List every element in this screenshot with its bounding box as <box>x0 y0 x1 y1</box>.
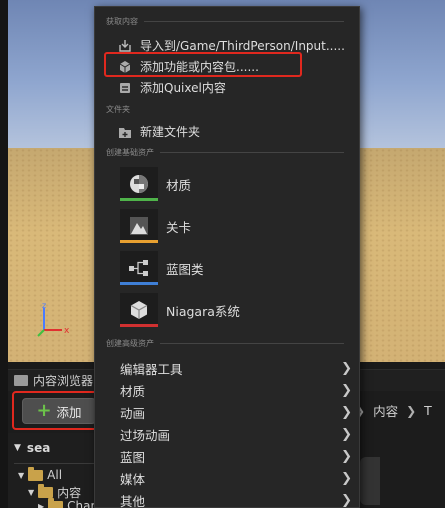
menu-item-label: Niagara系统 <box>166 303 240 319</box>
submenu-cinematics[interactable]: 过场动画 ❯ <box>120 425 352 444</box>
submenu-label: 过场动画 <box>120 428 171 443</box>
section-label: 文件夹 <box>106 105 130 114</box>
submenu-editor-tools[interactable]: 编辑器工具 ❯ <box>120 359 352 378</box>
section-header-get-content: 获取内容 <box>106 16 344 27</box>
chevron-right-icon: ❯ <box>341 383 352 398</box>
submenu-material[interactable]: 材质 ❯ <box>120 381 352 400</box>
submenu-label: 编辑器工具 <box>120 362 183 377</box>
chevron-right-icon: ❯ <box>341 427 352 442</box>
menu-item-level[interactable]: 关卡 <box>120 209 191 243</box>
new-folder-icon <box>118 125 132 139</box>
submenu-label: 媒体 <box>120 472 146 487</box>
divider <box>160 152 344 153</box>
submenu-other[interactable]: 其他 ❯ <box>120 491 352 508</box>
quixel-icon <box>118 81 132 95</box>
submenu-media[interactable]: 媒体 ❯ <box>120 469 352 488</box>
menu-item-label: 蓝图类 <box>166 261 204 277</box>
submenu-label: 材质 <box>120 384 146 399</box>
divider <box>14 463 98 464</box>
niagara-color-bar <box>120 324 158 327</box>
submenu-label: 动画 <box>120 406 146 421</box>
section-header-create-advanced: 创建高级资产 <box>106 338 344 349</box>
chevron-right-icon: ❯ <box>341 405 352 420</box>
content-browser-tab-label: 内容浏览器 <box>33 374 94 388</box>
tree-item-char[interactable]: ▶ Char <box>38 497 96 508</box>
section-label: 创建高级资产 <box>106 339 154 348</box>
section-header-create-basic: 创建基础资产 <box>106 147 344 158</box>
svg-text:z: z <box>42 301 46 310</box>
tree-root-label: sea <box>26 441 51 455</box>
material-icon <box>120 167 158 201</box>
section-label: 获取内容 <box>106 17 138 26</box>
menu-item-add-quixel[interactable]: 添加Quixel内容 <box>118 79 226 96</box>
chevron-down-icon: ▼ <box>14 443 21 453</box>
feature-pack-highlight <box>104 52 302 77</box>
svg-text:x: x <box>64 326 70 336</box>
section-label: 创建基础资产 <box>106 148 154 157</box>
chevron-down-icon: ▼ <box>28 488 35 497</box>
menu-item-label: 添加Quixel内容 <box>140 81 226 95</box>
breadcrumb-item-t[interactable]: T <box>424 403 432 418</box>
folder-icon <box>48 497 64 508</box>
chevron-right-icon: ❯ <box>341 361 352 376</box>
blueprint-color-bar <box>120 282 158 285</box>
asset-thumbnail[interactable] <box>360 457 380 505</box>
add-button-highlight <box>12 391 98 430</box>
chevron-right-icon: ❯ <box>406 403 417 418</box>
chevron-right-icon: ❯ <box>341 493 352 508</box>
submenu-blueprint[interactable]: 蓝图 ❯ <box>120 447 352 466</box>
chevron-right-icon: ❯ <box>341 449 352 464</box>
chevron-right-icon: ▶ <box>38 501 45 508</box>
divider <box>144 21 344 22</box>
submenu-animation[interactable]: 动画 ❯ <box>120 403 352 422</box>
tree-root[interactable]: ▼ sea <box>14 441 50 455</box>
menu-item-niagara-system[interactable]: Niagara系统 <box>120 293 240 327</box>
menu-item-label: 材质 <box>166 177 192 193</box>
menu-item-label: 关卡 <box>166 219 192 235</box>
chevron-right-icon: ❯ <box>341 471 352 486</box>
menu-item-label: 新建文件夹 <box>140 125 201 139</box>
divider <box>160 343 344 344</box>
tree-item-label: Char <box>67 499 96 508</box>
menu-item-new-folder[interactable]: 新建文件夹 <box>118 123 200 140</box>
content-browser-tab[interactable]: 内容浏览器 <box>14 372 93 389</box>
tree-item-label: All <box>47 468 63 482</box>
chevron-down-icon: ▼ <box>18 470 25 480</box>
breadcrumb-item-content[interactable]: 内容 <box>373 401 398 420</box>
folder-icon <box>38 484 54 498</box>
breadcrumb: ❯ 内容 ❯ T <box>355 401 432 420</box>
tree-item-all[interactable]: ▼ All <box>18 466 63 482</box>
menu-item-material[interactable]: 材质 <box>120 167 191 201</box>
submenu-label: 其他 <box>120 494 146 508</box>
submenu-label: 蓝图 <box>120 450 146 465</box>
axis-gizmo-icon: z x <box>37 301 70 337</box>
level-icon <box>120 209 158 243</box>
niagara-icon <box>120 293 158 327</box>
left-edge-strip <box>0 0 8 508</box>
content-browser-icon <box>14 375 28 386</box>
import-icon <box>118 39 132 53</box>
folder-icon <box>28 466 44 481</box>
material-color-bar <box>120 198 158 201</box>
menu-item-blueprint-class[interactable]: 蓝图类 <box>120 251 204 285</box>
level-color-bar <box>120 240 158 243</box>
blueprint-class-icon <box>120 251 158 285</box>
section-header-folder: 文件夹 <box>106 104 130 115</box>
